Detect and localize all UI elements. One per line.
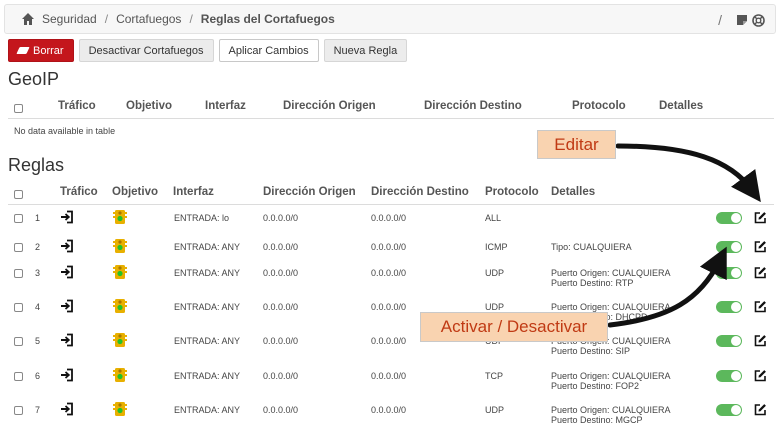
toggle-arrow	[607, 246, 727, 328]
edit-arrow	[615, 143, 761, 203]
annotation-arrows	[607, 143, 761, 328]
edit-callout: Editar	[537, 130, 616, 159]
toggle-callout: Activar / Desactivar	[420, 312, 608, 342]
